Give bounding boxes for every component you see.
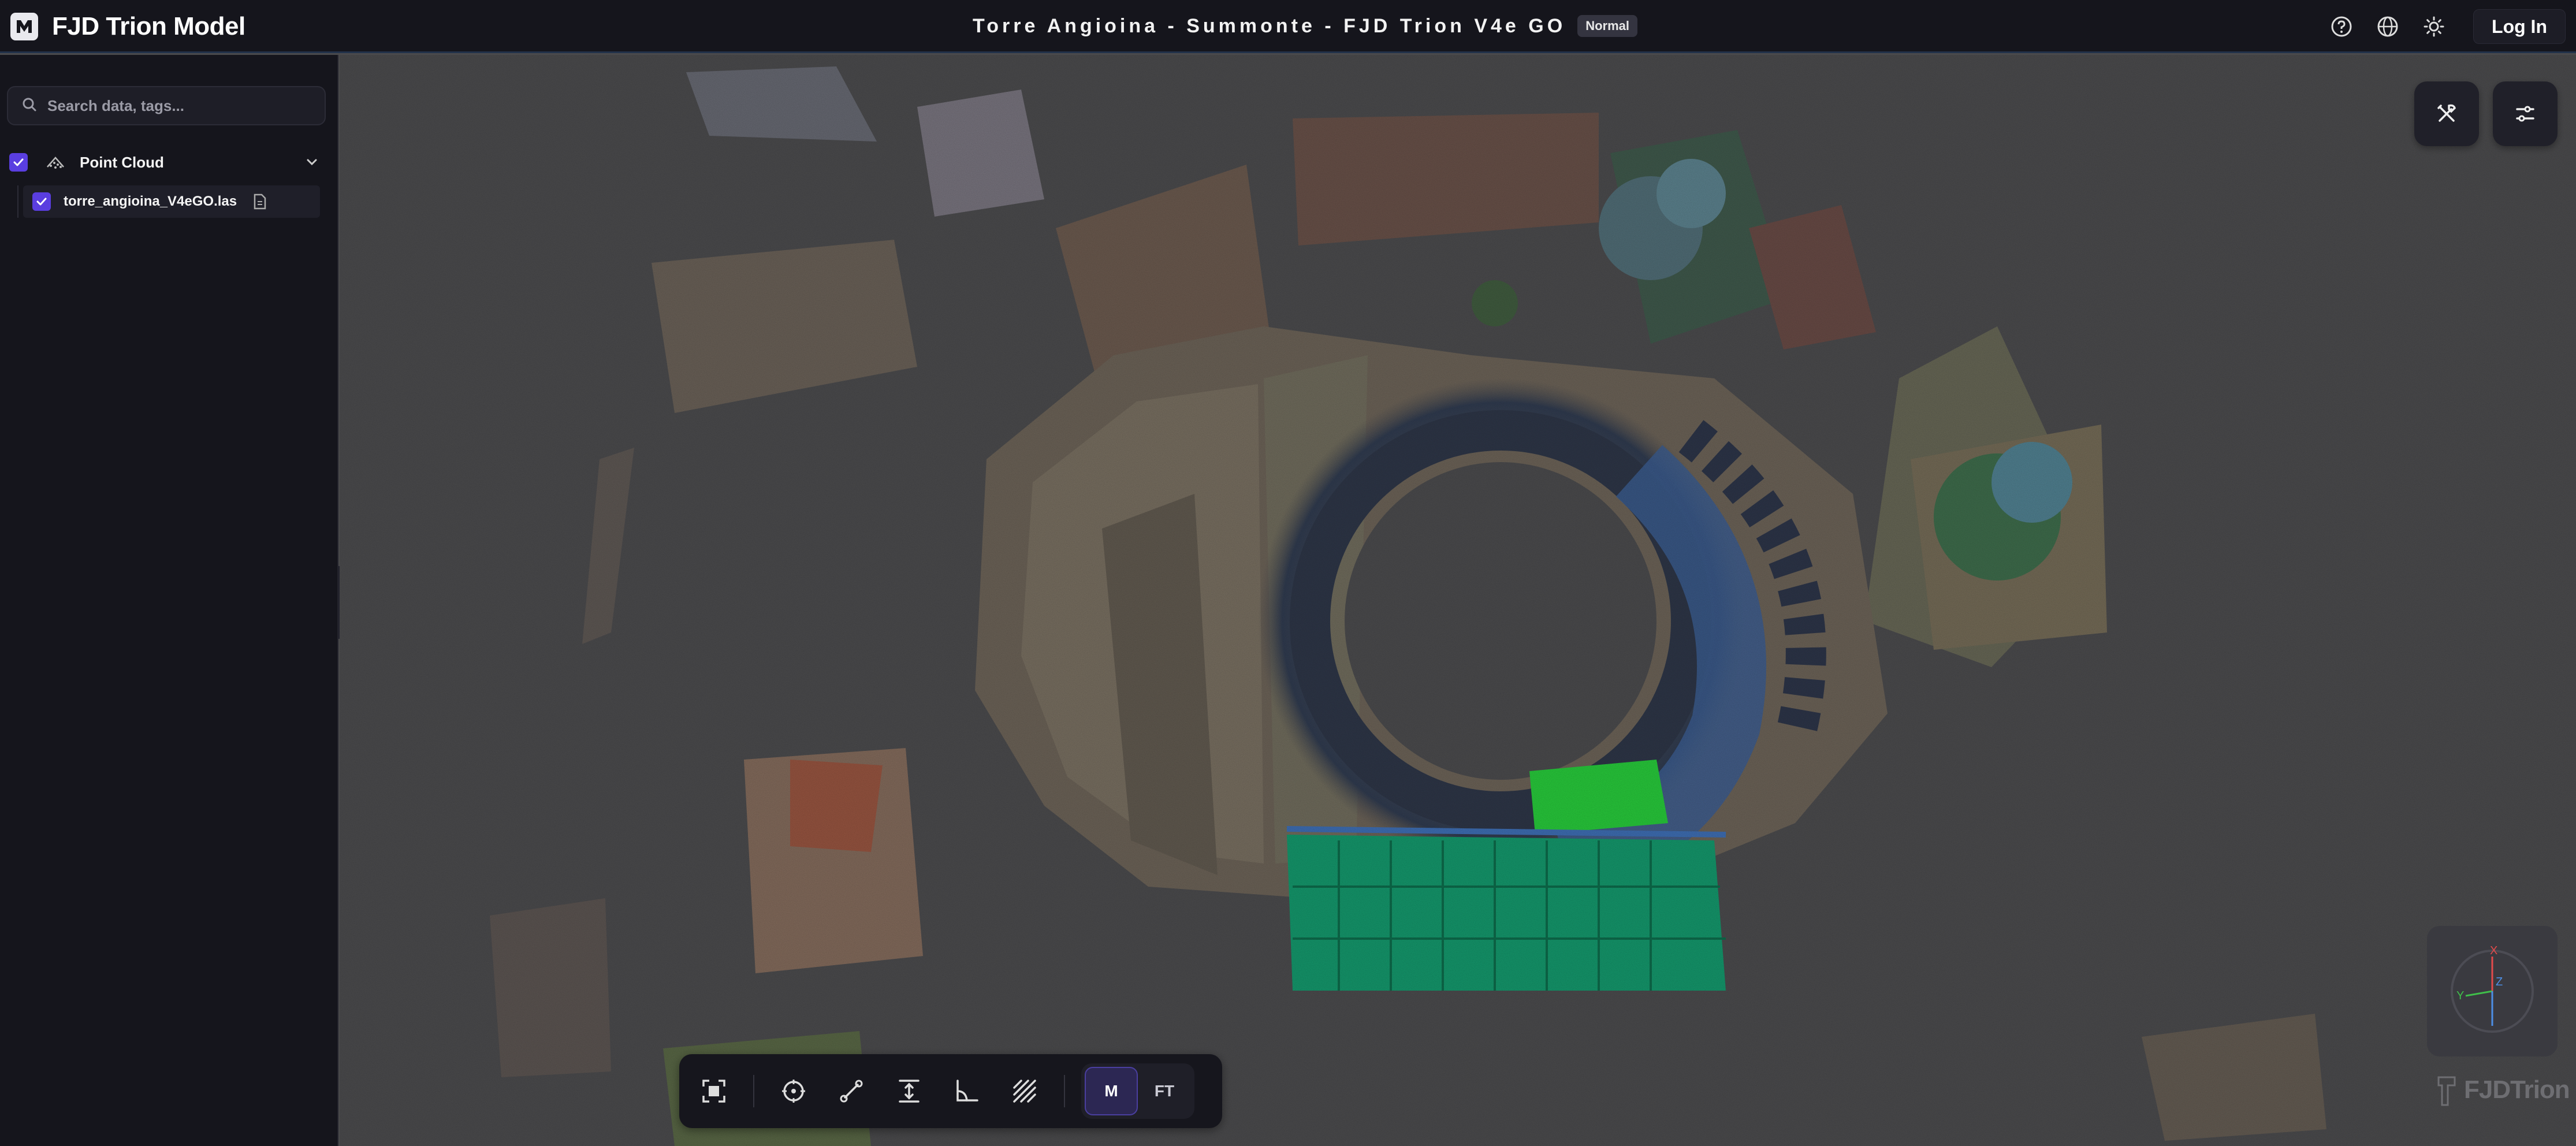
- watermark-text: FJDTrion: [2464, 1076, 2570, 1104]
- toolbar-divider: [1064, 1075, 1065, 1107]
- area-hatch-icon: [1013, 1080, 1036, 1103]
- toolbar-divider: [753, 1075, 754, 1107]
- tools-icon: [2437, 104, 2456, 122]
- orientation-gizmo[interactable]: X Y Z: [2427, 926, 2558, 1056]
- brand[interactable]: FJD Trion Model: [10, 12, 245, 40]
- point-cloud-icon: [44, 153, 67, 172]
- axes-icon: X Y Z: [2451, 944, 2534, 1033]
- fit-view-icon: [702, 1080, 725, 1103]
- app-logo-icon: [10, 13, 38, 40]
- theme-sun-icon[interactable]: [2421, 14, 2447, 39]
- search-box[interactable]: [7, 86, 326, 125]
- angle-measure-button[interactable]: [948, 1073, 985, 1110]
- checkmark-icon: [36, 198, 47, 206]
- point-pick-icon: [782, 1080, 805, 1103]
- distance-measure-icon: [840, 1080, 863, 1103]
- height-measure-icon: [899, 1080, 920, 1103]
- trion-logo-icon: [2437, 1076, 2456, 1106]
- tree-group-point-cloud[interactable]: Point Cloud: [9, 146, 321, 178]
- checkmark-icon: [13, 158, 24, 166]
- sidebar: Point Cloud torre_angioina_V4eGO.las: [0, 55, 338, 1146]
- tree-guide-line: [17, 185, 18, 218]
- point-cloud-render[interactable]: [340, 55, 2576, 1146]
- area-measure-button[interactable]: [1006, 1073, 1043, 1110]
- mode-ft-button[interactable]: FT: [1138, 1067, 1191, 1115]
- tree-item-las-file[interactable]: torre_angioina_V4eGO.las: [23, 185, 320, 218]
- y-axis-label: Y: [2456, 989, 2464, 1002]
- mode-m-button[interactable]: M: [1085, 1067, 1138, 1115]
- 3d-viewport[interactable]: X Y Z FJDTrion M FT: [340, 55, 2576, 1146]
- las-file-checkbox[interactable]: [32, 192, 51, 211]
- x-axis-label: X: [2490, 944, 2497, 957]
- tree-item-label: torre_angioina_V4eGO.las: [64, 194, 237, 209]
- search-icon: [22, 97, 37, 115]
- fit-view-button[interactable]: [695, 1073, 732, 1110]
- height-measure-button[interactable]: [891, 1073, 928, 1110]
- top-bar: FJD Trion Model Torre Angioina - Summont…: [0, 0, 2576, 53]
- chevron-down-icon[interactable]: [303, 153, 321, 172]
- point-pick-button[interactable]: [775, 1073, 812, 1110]
- settings-sliders-icon: [2516, 106, 2534, 122]
- z-axis-label: Z: [2496, 976, 2503, 988]
- login-button[interactable]: Log In: [2473, 9, 2566, 44]
- watermark: FJDTrion: [2435, 1071, 2570, 1108]
- angle-measure-icon: [956, 1080, 978, 1102]
- search-input[interactable]: [47, 94, 319, 117]
- header-icons: [2329, 14, 2447, 39]
- tree-group-label: Point Cloud: [80, 153, 164, 171]
- measure-toolbar: M FT: [679, 1054, 1222, 1128]
- view-settings-button[interactable]: [2493, 81, 2558, 146]
- mode-badge: Normal: [1577, 15, 1637, 37]
- globe-icon[interactable]: [2375, 14, 2400, 39]
- document-title-area: Torre Angioina - Summonte - FJD Trion V4…: [973, 12, 1637, 40]
- tools-button[interactable]: [2414, 81, 2479, 146]
- render-mode-toggle: M FT: [1081, 1063, 1194, 1119]
- document-title: Torre Angioina - Summonte - FJD Trion V4…: [973, 14, 1566, 37]
- app-name: FJD Trion Model: [52, 12, 245, 40]
- point-cloud-checkbox[interactable]: [9, 153, 28, 172]
- distance-measure-button[interactable]: [833, 1073, 870, 1110]
- help-icon[interactable]: [2329, 14, 2354, 39]
- file-info-icon[interactable]: [251, 192, 269, 211]
